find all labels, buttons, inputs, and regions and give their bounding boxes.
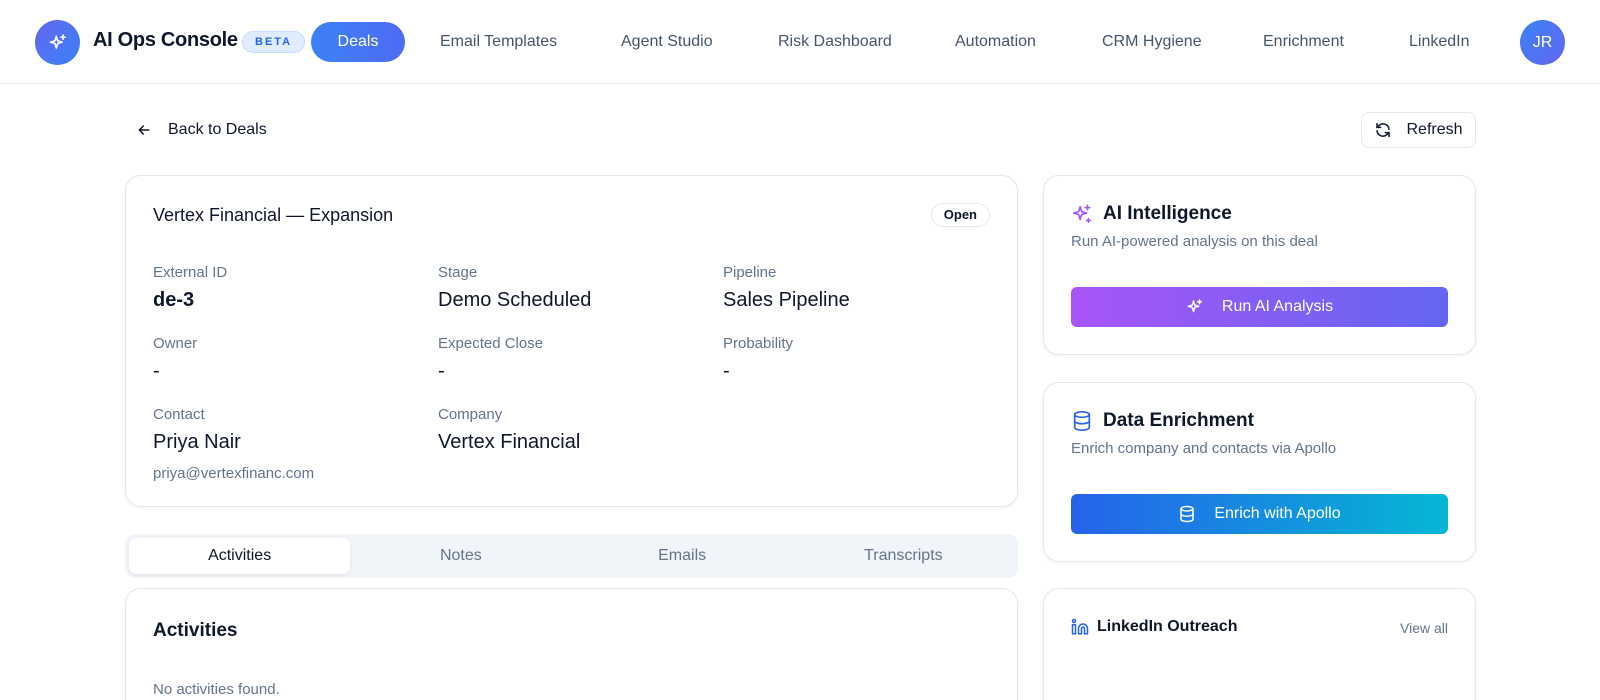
activities-card: Activities No activities found.	[125, 588, 1018, 700]
nav-linkedin[interactable]: LinkedIn	[1409, 22, 1470, 62]
enrich-card-header: Data Enrichment	[1071, 410, 1254, 432]
sparkles-icon	[1186, 298, 1204, 316]
field-label: Company	[438, 406, 503, 423]
field-value: Demo Scheduled	[438, 289, 592, 311]
linkedin-icon	[1071, 618, 1089, 636]
field-label: Probability	[723, 335, 794, 352]
database-icon	[1071, 410, 1093, 432]
data-enrichment-card: Data Enrichment Enrich company and conta…	[1043, 382, 1476, 562]
arrow-left-icon	[136, 122, 152, 138]
ai-intelligence-card: AI Intelligence Run AI-powered analysis …	[1043, 175, 1476, 355]
sparkles-icon	[1071, 203, 1093, 225]
field-company: Company Vertex Financial	[438, 406, 698, 457]
field-value: -	[438, 360, 445, 382]
tab-notes[interactable]: Notes	[350, 538, 571, 574]
field-label: Expected Close	[438, 335, 544, 352]
nav-email-templates[interactable]: Email Templates	[440, 22, 557, 62]
field-value: Sales Pipeline	[723, 289, 850, 311]
ai-card-title: AI Intelligence	[1103, 203, 1232, 224]
sparkles-icon	[48, 33, 68, 53]
field-probability: Probability -	[723, 335, 983, 386]
deal-title: Vertex Financial — Expansion	[153, 205, 394, 225]
enrich-with-apollo-label: Enrich with Apollo	[1214, 505, 1341, 522]
field-value: -	[153, 360, 160, 382]
linkedin-outreach-card: LinkedIn Outreach View all	[1043, 588, 1476, 700]
field-owner: Owner -	[153, 335, 413, 386]
tab-emails[interactable]: Emails	[572, 538, 793, 574]
nav-deals[interactable]: Deals	[311, 22, 405, 62]
field-expected-close: Expected Close -	[438, 335, 698, 386]
field-contact: Contact Priya Nair priya@vertexfinanc.co…	[153, 406, 413, 482]
run-ai-analysis-button[interactable]: Run AI Analysis	[1071, 287, 1448, 327]
status-badge: Open	[930, 203, 990, 227]
app-title: AI Ops Console	[93, 29, 238, 51]
nav-automation[interactable]: Automation	[955, 22, 1036, 62]
enrich-card-subtitle: Enrich company and contacts via Apollo	[1071, 440, 1337, 457]
ai-card-header: AI Intelligence	[1071, 203, 1232, 225]
deal-details-card: Vertex Financial — Expansion Open Extern…	[125, 175, 1018, 507]
enrich-card-title: Data Enrichment	[1103, 410, 1254, 431]
back-label: Back to Deals	[168, 121, 267, 138]
app-logo[interactable]	[35, 20, 80, 65]
nav-crm-hygiene[interactable]: CRM Hygiene	[1102, 22, 1202, 62]
activities-title: Activities	[153, 620, 238, 641]
field-pipeline: Pipeline Sales Pipeline	[723, 264, 983, 315]
nav-agent-studio[interactable]: Agent Studio	[621, 22, 713, 62]
activities-empty-state: No activities found.	[153, 681, 280, 698]
back-to-deals-link[interactable]: Back to Deals	[136, 118, 267, 142]
tab-transcripts[interactable]: Transcripts	[793, 538, 1014, 574]
refresh-button[interactable]: Refresh	[1361, 112, 1476, 148]
ai-card-subtitle: Run AI-powered analysis on this deal	[1071, 233, 1318, 250]
nav-risk-dashboard[interactable]: Risk Dashboard	[778, 22, 892, 62]
nav-enrichment[interactable]: Enrichment	[1263, 22, 1344, 62]
linkedin-card-title: LinkedIn Outreach	[1097, 618, 1238, 635]
field-value: Vertex Financial	[438, 431, 581, 453]
field-value: de-3	[153, 289, 195, 311]
view-all-link[interactable]: View all	[1400, 620, 1448, 636]
user-avatar[interactable]: JR	[1520, 20, 1565, 65]
field-value: Priya Nair	[153, 431, 241, 453]
database-icon	[1178, 505, 1196, 523]
contact-email[interactable]: priya@vertexfinanc.com	[153, 465, 413, 482]
run-ai-analysis-label: Run AI Analysis	[1221, 298, 1334, 315]
tab-activities[interactable]: Activities	[129, 538, 351, 574]
enrich-with-apollo-button[interactable]: Enrich with Apollo	[1071, 494, 1448, 534]
refresh-icon	[1374, 121, 1392, 139]
refresh-label: Refresh	[1406, 121, 1463, 138]
field-label: Pipeline	[723, 264, 777, 281]
field-label: Stage	[438, 264, 478, 281]
field-external-id: External ID de-3	[153, 264, 413, 315]
field-label: External ID	[153, 264, 228, 281]
linkedin-card-header: LinkedIn Outreach	[1071, 618, 1237, 636]
field-value: -	[723, 360, 730, 382]
beta-badge: BETA	[242, 31, 306, 53]
field-label: Owner	[153, 335, 198, 352]
deal-tabs: Activities Notes Emails Transcripts	[125, 534, 1018, 578]
top-nav: AI Ops Console BETA Deals Email Template…	[0, 0, 1600, 84]
field-stage: Stage Demo Scheduled	[438, 264, 698, 315]
field-label: Contact	[153, 406, 205, 423]
